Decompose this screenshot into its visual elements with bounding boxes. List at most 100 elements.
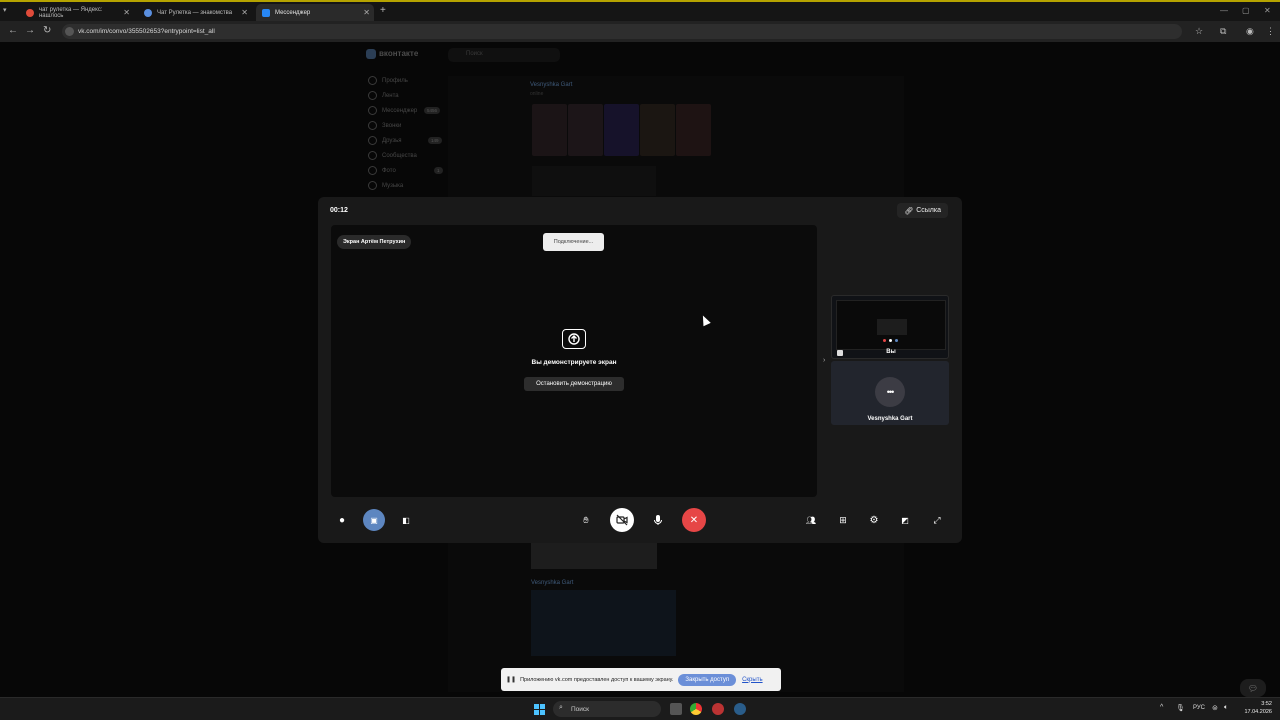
chrome-icon[interactable]	[690, 703, 702, 715]
hide-link[interactable]: Скрыть	[742, 677, 762, 683]
vk-logo-text: вконтакте	[379, 49, 419, 58]
new-tab-icon[interactable]: +	[380, 5, 386, 16]
sidebar-item-label: Друзья	[382, 138, 402, 145]
vk-logo: вконтакте	[366, 48, 418, 59]
chevron-right-icon[interactable]: ›	[823, 357, 825, 364]
tray-chevron-icon[interactable]: ^	[1160, 704, 1163, 711]
friends-icon	[368, 136, 377, 145]
back-icon[interactable]: ←	[8, 25, 18, 36]
chat-button[interactable]: ●	[331, 509, 353, 531]
windows-start-icon[interactable]	[534, 704, 545, 715]
url-text: vk.com/im/convo/355502653?entrypoint=lis…	[78, 28, 215, 35]
chat-photo[interactable]	[532, 104, 567, 156]
taskbar-search[interactable]: ⌕ Поиск	[553, 701, 661, 717]
taskbar: ⌕ Поиск ^ 🎙︎ РУС ⊜ 🔈︎ 3:52 17.04.2026	[0, 697, 1280, 720]
stop-sharing-button[interactable]: Остановить демонстрацию	[524, 377, 624, 391]
tab-yandex[interactable]: чат рулетка — Яндекс: нашлось ✕	[20, 4, 134, 21]
sidebar-item-messenger[interactable]: Мессенджер	[368, 106, 417, 115]
sidebar-item-label: Музыка	[382, 183, 404, 190]
call-link-button[interactable]: 🔗︎ Ссылка	[897, 203, 948, 218]
preview-dot	[889, 339, 892, 342]
address-toolbar: ← → ↻ vk.com/im/convo/355502653?entrypoi…	[0, 21, 1280, 42]
camera-off-button[interactable]	[610, 508, 634, 532]
record-button[interactable]: ◧	[395, 509, 417, 531]
system-clock[interactable]: 3:52 17.04.2026	[1240, 700, 1272, 716]
chat-photo[interactable]	[676, 104, 711, 156]
close-window-icon[interactable]: ✕	[1264, 6, 1271, 15]
participant-tile-self[interactable]: Вы	[831, 295, 949, 359]
chat-image[interactable]	[531, 590, 676, 656]
tile-name: Vesnyshka Gart	[867, 416, 913, 422]
layout-button[interactable]: ◩	[894, 509, 916, 531]
hand-icon: ✋︎	[583, 514, 589, 525]
microphone-button[interactable]	[647, 509, 669, 531]
sidebar-item-friends[interactable]: Друзья	[368, 136, 401, 145]
maximize-icon[interactable]: ▢	[1242, 6, 1250, 15]
raise-hand-button[interactable]: ✋︎	[575, 509, 597, 531]
sharing-status-text: Вы демонстрируете экран	[531, 359, 617, 366]
chat-photo[interactable]	[604, 104, 639, 156]
tab-search-icon[interactable]: ▾	[3, 6, 7, 14]
chat-image[interactable]	[532, 166, 656, 196]
site-info-icon[interactable]	[65, 27, 74, 36]
close-icon: ✕	[689, 514, 699, 526]
chat-photo[interactable]	[568, 104, 603, 156]
reload-icon[interactable]: ↻	[43, 25, 51, 36]
tab-chatroulette[interactable]: Чат Рулетка — знакомства ✕	[138, 4, 252, 21]
profile-icon[interactable]: ◉	[1246, 26, 1254, 37]
app-icon[interactable]	[712, 703, 724, 715]
photos-icon	[368, 166, 377, 175]
link-icon: 🔗︎	[904, 207, 914, 215]
url-field[interactable]: vk.com/im/convo/355502653?entrypoint=lis…	[62, 24, 1182, 39]
forward-icon[interactable]: →	[25, 25, 35, 36]
sidebar-item-profile[interactable]: Профиль	[368, 76, 408, 85]
menu-icon[interactable]: ⋮	[1266, 26, 1275, 37]
record-icon: ◧	[402, 515, 410, 525]
chat-fab-button[interactable]: 💬︎	[1240, 679, 1266, 697]
task-view-icon[interactable]	[670, 703, 682, 715]
steam-icon[interactable]	[734, 703, 746, 715]
share-notification-text: Приложению vk.com предоставлен доступ к …	[520, 676, 674, 683]
feed-icon	[368, 91, 377, 100]
sidebar-item-photos[interactable]: Фото	[368, 166, 396, 175]
volume-icon[interactable]: 🔈︎	[1224, 704, 1228, 712]
participant-tile-other[interactable]: ••• Vesnyshka Gart	[831, 361, 949, 425]
chat-header-name[interactable]: Vesnyshka Gart	[530, 82, 572, 88]
tab-messenger[interactable]: Мессенджер ✕	[256, 4, 374, 21]
vk-search-input[interactable]: Поиск	[448, 48, 560, 62]
settings-button[interactable]: ⚙	[863, 509, 885, 531]
self-screen-preview	[836, 300, 946, 350]
call-link-label: Ссылка	[916, 207, 941, 214]
sidebar-item-label: Звонки	[382, 123, 402, 130]
close-tab-icon[interactable]: ✕	[123, 8, 130, 17]
sidebar-item-communities[interactable]: Сообщества	[368, 151, 417, 160]
sidebar-item-label: Фото	[382, 168, 396, 175]
microphone-icon	[654, 515, 662, 525]
close-tab-icon[interactable]: ✕	[363, 8, 370, 17]
participants-button[interactable]: 👥︎	[800, 509, 822, 531]
mic-tray-icon[interactable]: 🎙︎	[1176, 704, 1185, 712]
chat-photo[interactable]	[640, 104, 675, 156]
sidebar-item-label: Лента	[382, 93, 399, 100]
screen-share-button[interactable]: ▣	[363, 509, 385, 531]
tab-label: чат рулетка — Яндекс: нашлось	[38, 6, 103, 19]
sidebar-item-feed[interactable]: Лента	[368, 91, 399, 100]
camera-off-icon	[616, 514, 628, 526]
minimize-icon[interactable]: —	[1220, 6, 1228, 15]
grid-view-button[interactable]: ⊞	[832, 509, 854, 531]
gear-icon: ⚙	[869, 514, 879, 526]
screen-share-icon: ▣	[370, 515, 378, 525]
close-tab-icon[interactable]: ✕	[241, 8, 248, 17]
bookmark-star-icon[interactable]: ☆	[1195, 26, 1203, 37]
stop-access-button[interactable]: Закрыть доступ	[678, 673, 737, 686]
language-indicator[interactable]: РУС	[1193, 705, 1205, 711]
end-call-button[interactable]: ✕	[682, 508, 706, 532]
sidebar-item-calls[interactable]: Звонки	[368, 121, 401, 130]
calls-icon	[368, 121, 377, 130]
wifi-icon[interactable]: ⊜	[1212, 704, 1218, 712]
sidebar-item-music[interactable]: Музыка	[368, 181, 403, 190]
chat-message-author[interactable]: Vesnyshka Gart	[531, 580, 573, 586]
fullscreen-button[interactable]: ⤢	[926, 509, 948, 531]
messenger-count-badge: 5456	[424, 107, 441, 114]
extensions-icon[interactable]: ⧉	[1220, 26, 1226, 37]
